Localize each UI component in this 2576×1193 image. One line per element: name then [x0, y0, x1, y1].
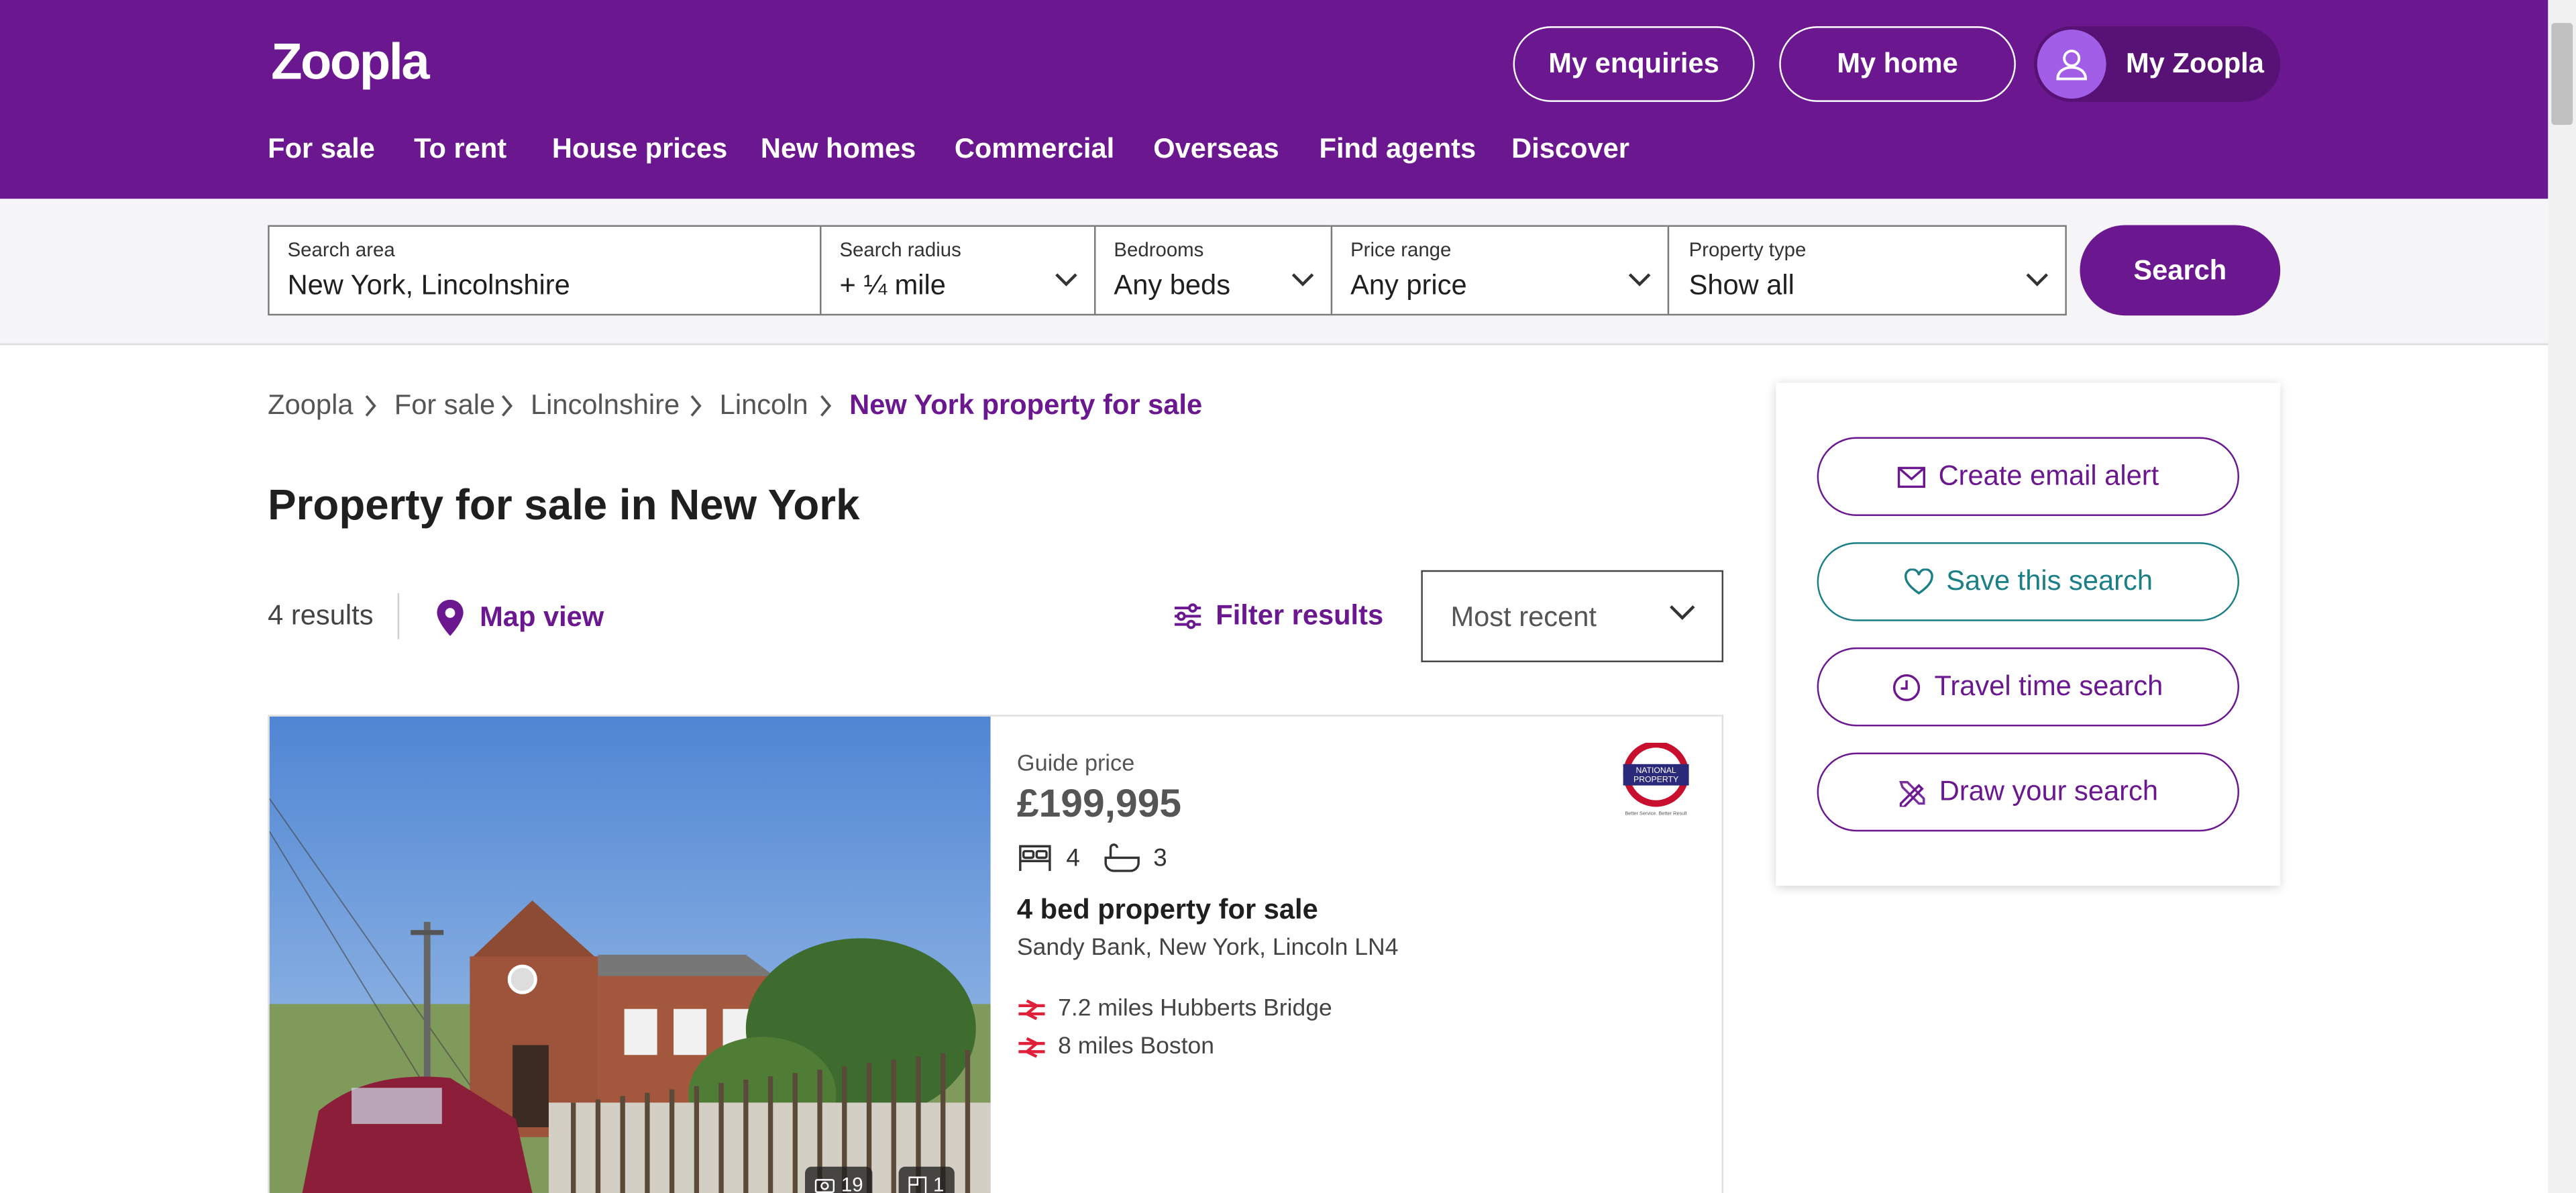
breadcrumb-lincoln[interactable]: Lincoln [720, 389, 808, 422]
user-avatar-icon [2037, 30, 2106, 99]
agent-logo-tagline: Better Service. Better Result [1625, 811, 1686, 817]
search-area-field[interactable]: Search area New York, Lincolnshire [268, 225, 822, 316]
nav-to-rent[interactable]: To rent [414, 133, 506, 166]
zoopla-logo[interactable]: Zoopla [271, 33, 430, 92]
nav-house-prices[interactable]: House prices [552, 133, 727, 166]
agent-logo-line-2: PROPERTY [1633, 775, 1678, 784]
camera-icon [814, 1179, 835, 1193]
envelope-icon [1897, 466, 1925, 487]
listing-price: £199,995 [1016, 782, 1182, 827]
bathrooms-feature: 3 [1104, 843, 1167, 872]
search-area-label: Search area [287, 238, 395, 262]
save-search-label: Save this search [1946, 565, 2153, 596]
agent-logo-line-1: NATIONAL [1635, 766, 1676, 775]
station-item: 7.2 miles Hubberts Bridge [1017, 996, 1332, 1022]
bedrooms-count: 4 [1066, 843, 1080, 872]
breadcrumb-lincolnshire[interactable]: Lincolnshire [531, 389, 680, 422]
bath-icon [1104, 843, 1140, 872]
create-email-alert-label: Create email alert [1938, 460, 2159, 492]
agent-logo[interactable]: NATIONAL PROPERTY Better Service. Better… [1617, 742, 1696, 819]
bedrooms-select[interactable]: Bedrooms Any beds [1094, 225, 1333, 316]
sort-select[interactable]: Most recent [1421, 570, 1724, 662]
sort-value: Most recent [1450, 601, 1597, 633]
my-zoopla-button[interactable]: My Zoopla [2033, 26, 2281, 102]
my-home-button[interactable]: My home [1779, 26, 2016, 102]
property-type-label: Property type [1688, 238, 1807, 262]
station-distance: 7.2 miles Hubberts Bridge [1058, 996, 1332, 1023]
divider [397, 593, 400, 639]
photo-count: 19 [841, 1173, 863, 1193]
save-search-button[interactable]: Save this search [1817, 542, 2239, 621]
scrollbar-thumb[interactable] [2551, 23, 2573, 125]
search-area-input[interactable]: New York, Lincolnshire [288, 270, 570, 303]
page: Zoopla My enquiries My home My Zoopla Fo… [0, 0, 2548, 1193]
bedrooms-label: Bedrooms [1114, 238, 1204, 262]
bed-icon [1019, 845, 1051, 871]
listing-address: Sandy Bank, New York, Lincoln LN4 [1016, 935, 1399, 962]
nav-discover[interactable]: Discover [1511, 133, 1629, 166]
map-view-label: Map view [480, 601, 604, 633]
floorplan-badge[interactable]: 1 [898, 1166, 955, 1193]
pencil-ruler-icon [1900, 780, 1926, 807]
create-email-alert-button[interactable]: Create email alert [1817, 437, 2239, 516]
bedrooms-feature: 4 [1017, 843, 1080, 872]
price-qualifier: Guide price [1016, 749, 1135, 776]
map-pin-icon [437, 599, 464, 636]
draw-search-button[interactable]: Draw your search [1817, 752, 2239, 832]
nav-commercial[interactable]: Commercial [955, 133, 1114, 166]
price-range-label: Price range [1350, 238, 1452, 262]
bathrooms-count: 3 [1153, 843, 1167, 872]
chevron-right-icon [690, 395, 702, 417]
travel-time-search-button[interactable]: Travel time search [1817, 647, 2239, 727]
chevron-right-icon [820, 395, 832, 417]
nav-for-sale[interactable]: For sale [268, 133, 375, 166]
map-view-link[interactable]: Map view [434, 598, 604, 637]
search-radius-select[interactable]: Search radius + ¼ mile [820, 225, 1096, 316]
results-count: 4 results [268, 599, 374, 631]
draw-search-label: Draw your search [1939, 775, 2159, 807]
travel-time-search-label: Travel time search [1934, 670, 2163, 702]
my-enquiries-button[interactable]: My enquiries [1513, 26, 1755, 102]
search-radius-value: + ¼ mile [839, 269, 946, 301]
property-type-select[interactable]: Property type Show all [1667, 225, 2067, 316]
photo-count-badge[interactable]: 19 [805, 1166, 873, 1193]
chevron-down-icon [1055, 273, 1077, 287]
property-type-value: Show all [1688, 269, 1794, 301]
clock-icon [1893, 673, 1921, 701]
filter-results-label: Filter results [1216, 599, 1384, 631]
station-distance: 8 miles Boston [1058, 1033, 1215, 1060]
bedrooms-value: Any beds [1114, 269, 1231, 301]
national-rail-icon [1018, 1036, 1045, 1057]
filter-sliders-icon [1175, 603, 1201, 629]
chevron-right-icon [501, 395, 513, 417]
listing-photo[interactable] [269, 716, 991, 1193]
price-range-value: Any price [1350, 269, 1467, 301]
page-title: Property for sale in New York [268, 480, 860, 529]
listing-title[interactable]: 4 bed property for sale [1017, 894, 1318, 927]
chevron-right-icon [365, 395, 376, 417]
chevron-down-icon [1291, 273, 1314, 287]
price-range-select[interactable]: Price range Any price [1330, 225, 1670, 316]
chevron-down-icon [2026, 273, 2049, 287]
national-rail-icon [1018, 998, 1045, 1020]
nav-overseas[interactable]: Overseas [1153, 133, 1279, 166]
breadcrumb-for-sale[interactable]: For sale [394, 389, 495, 422]
nav-find-agents[interactable]: Find agents [1320, 133, 1477, 166]
heart-icon [1904, 568, 1933, 595]
my-zoopla-label: My Zoopla [2126, 48, 2264, 79]
station-item: 8 miles Boston [1017, 1033, 1215, 1060]
chevron-down-icon [1628, 273, 1651, 287]
nav-new-homes[interactable]: New homes [761, 133, 916, 166]
floorplan-icon [908, 1176, 927, 1193]
filter-results-button[interactable]: Filter results [1173, 599, 1384, 633]
chevron-down-icon [1670, 605, 1695, 620]
breadcrumb-current: New York property for sale [849, 389, 1203, 421]
search-button[interactable]: Search [2080, 225, 2281, 316]
search-radius-label: Search radius [839, 238, 961, 262]
floorplan-count: 1 [933, 1173, 945, 1193]
breadcrumb-zoopla[interactable]: Zoopla [268, 389, 353, 422]
vertical-scrollbar[interactable] [2548, 0, 2576, 1193]
